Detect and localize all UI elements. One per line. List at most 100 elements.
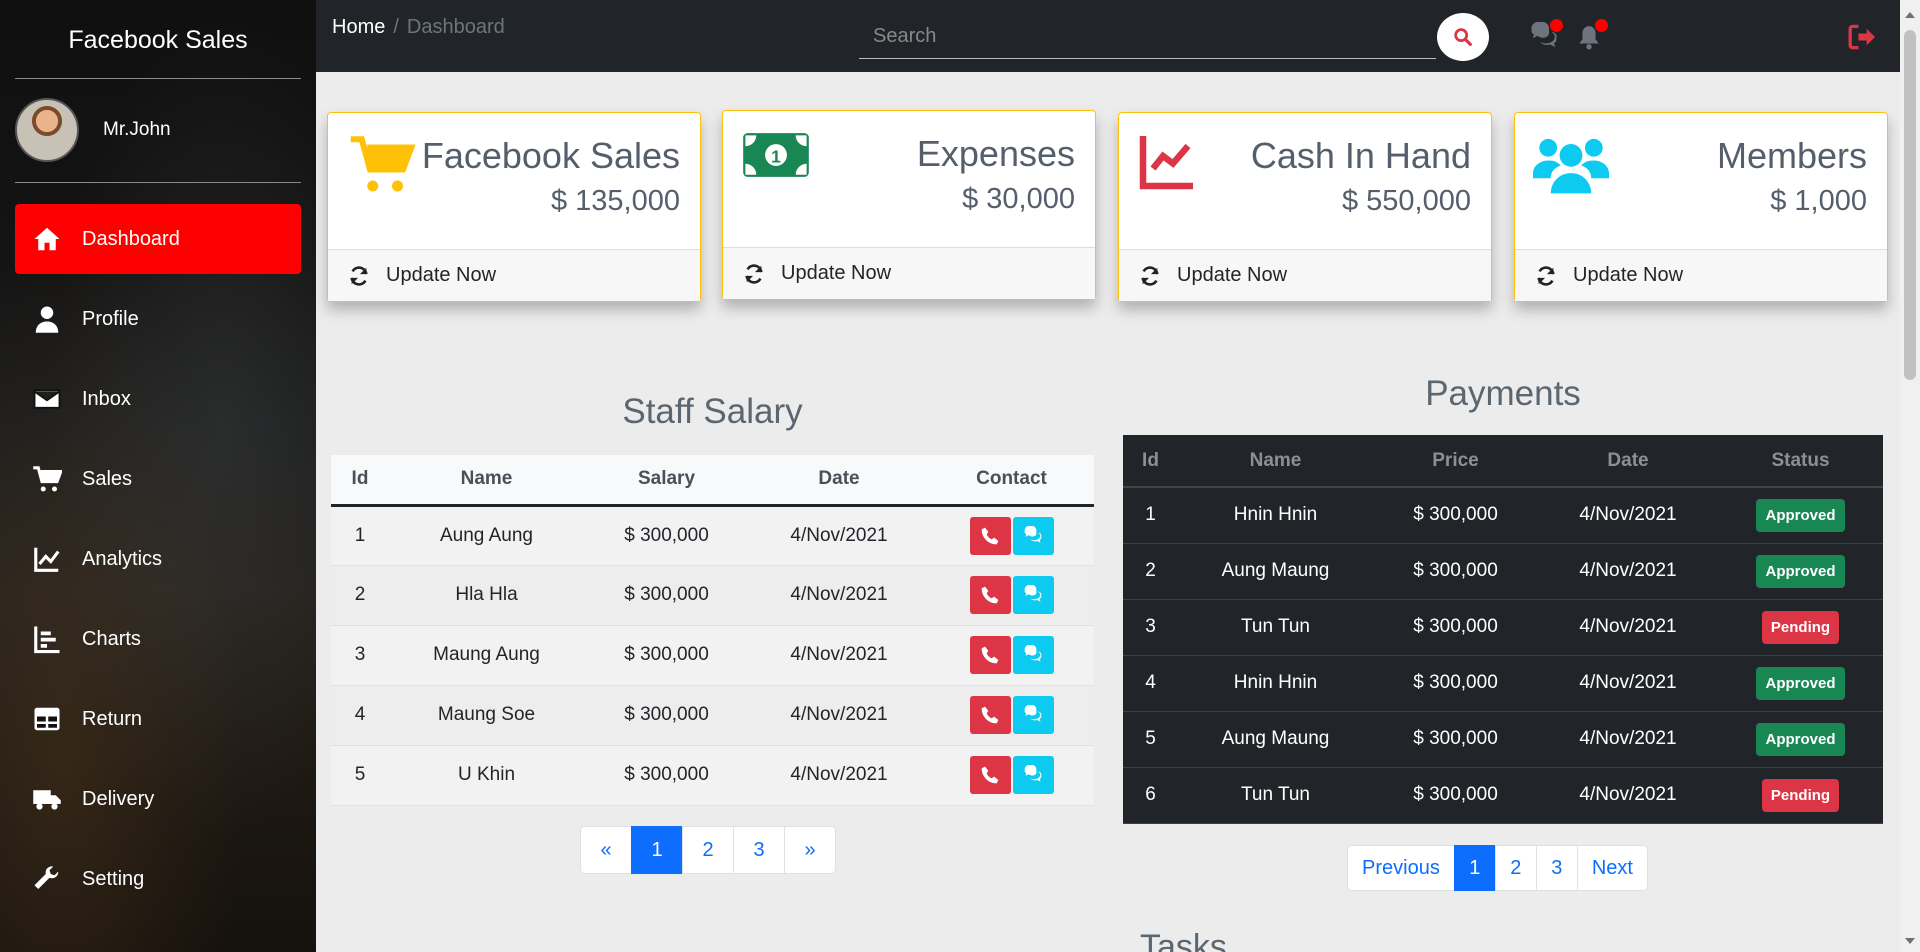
cell-contact (929, 505, 1094, 566)
cell-salary: $ 300,000 (584, 505, 749, 566)
messages-button[interactable] (1528, 19, 1563, 52)
stat-card-cash-in-hand: Cash In Hand $ 550,000 Update Now (1118, 112, 1492, 302)
table-header-row: Id Name Salary Date Contact (331, 455, 1094, 507)
sidebar-item-label: Delivery (82, 787, 155, 810)
breadcrumb-current: Dashboard (406, 16, 505, 38)
cell-status: Approved (1718, 487, 1883, 544)
cell-salary: $ 300,000 (584, 625, 749, 686)
message-button[interactable] (1012, 516, 1054, 555)
notifications-button[interactable] (1576, 19, 1608, 52)
sidebar-item-dashboard[interactable]: Dashboard (15, 204, 301, 274)
cell-id: 4 (331, 685, 389, 746)
cell-name: Hnin Hnin (1178, 655, 1373, 712)
cart-icon (350, 136, 416, 192)
cell-id: 6 (1123, 767, 1178, 824)
sidebar-item-inbox[interactable]: Inbox (15, 364, 301, 434)
table-row: 3 Maung Aung $ 300,000 4/Nov/2021 (331, 625, 1094, 686)
sidebar-item-analytics[interactable]: Analytics (15, 524, 301, 594)
message-button[interactable] (1012, 756, 1054, 794)
page-2[interactable]: 2 (682, 826, 734, 874)
stat-card-value: $ 550,000 (1341, 185, 1471, 217)
page-next[interactable]: » (784, 826, 836, 874)
cell-contact (929, 625, 1094, 686)
cell-salary: $ 300,000 (584, 745, 749, 806)
cell-status: Pending (1718, 767, 1883, 824)
cell-date: 4/Nov/2021 (749, 745, 929, 806)
table-row: 1 Aung Aung $ 300,000 4/Nov/2021 (331, 505, 1094, 566)
breadcrumb: Home / Dashboard (332, 16, 505, 39)
notifications-dot (1595, 19, 1608, 32)
stat-card-title: Expenses (916, 133, 1075, 174)
sidebar-item-setting[interactable]: Setting (15, 844, 301, 914)
call-button[interactable] (969, 756, 1011, 794)
cell-salary: $ 300,000 (584, 565, 749, 626)
table-row: 2 Aung Maung $ 300,000 4/Nov/2021 Approv… (1123, 543, 1883, 600)
update-now-button[interactable]: Update Now (1515, 249, 1887, 301)
cell-date: 4/Nov/2021 (1538, 711, 1718, 768)
message-button[interactable] (1012, 636, 1054, 674)
call-button[interactable] (969, 516, 1011, 555)
staff-pagination: « 1 2 3 » (580, 826, 836, 874)
call-button[interactable] (969, 636, 1011, 674)
stat-card-members: Members $ 1,000 Update Now (1514, 112, 1888, 302)
cell-contact (929, 565, 1094, 626)
sidebar-item-return[interactable]: Return (15, 684, 301, 754)
breadcrumb-home-link[interactable]: Home (332, 16, 385, 38)
stat-card-title: Cash In Hand (1250, 135, 1471, 176)
sidebar-item-delivery[interactable]: Delivery (15, 764, 301, 834)
logout-button[interactable] (1847, 24, 1877, 50)
sidebar-divider (15, 182, 301, 183)
search-input[interactable] (859, 15, 1436, 59)
page-2[interactable]: 2 (1494, 845, 1537, 891)
scrollbar-thumb[interactable] (1904, 30, 1916, 380)
page-previous[interactable]: Previous (1347, 845, 1455, 891)
update-now-button[interactable]: Update Now (723, 247, 1095, 299)
page-3[interactable]: 3 (733, 826, 785, 874)
cell-date: 4/Nov/2021 (749, 685, 929, 746)
scroll-up-arrow[interactable] (1905, 12, 1915, 18)
comments-icon (1024, 645, 1041, 662)
cell-name: U Khin (389, 745, 584, 806)
column-header: Status (1718, 435, 1883, 488)
status-badge: Approved (1756, 498, 1845, 532)
sidebar-item-sales[interactable]: Sales (15, 444, 301, 514)
sidebar-nav: Dashboard Profile Inbox Sales Analytics … (15, 204, 301, 924)
page-prev[interactable]: « (580, 826, 632, 874)
cart-icon (33, 466, 62, 492)
column-header: Date (1538, 435, 1718, 488)
status-badge: Pending (1761, 778, 1840, 812)
comments-icon (1024, 585, 1041, 602)
table-row: 5 Aung Maung $ 300,000 4/Nov/2021 Approv… (1123, 711, 1883, 768)
page-next[interactable]: Next (1576, 845, 1648, 891)
column-header: Price (1373, 435, 1538, 488)
page-scrollbar[interactable] (1900, 0, 1920, 952)
search-button[interactable] (1437, 13, 1489, 61)
sidebar-item-profile[interactable]: Profile (15, 284, 301, 354)
user-profile[interactable]: Mr.John (15, 98, 171, 162)
cell-date: 4/Nov/2021 (1538, 487, 1718, 544)
column-header: Contact (929, 455, 1094, 507)
update-now-label: Update Now (781, 262, 892, 284)
cell-price: $ 300,000 (1373, 655, 1538, 712)
message-button[interactable] (1012, 696, 1054, 734)
update-now-label: Update Now (1177, 264, 1288, 286)
page-3[interactable]: 3 (1535, 845, 1578, 891)
cell-price: $ 300,000 (1373, 711, 1538, 768)
table-icon (34, 707, 60, 731)
cell-name: Tun Tun (1178, 599, 1373, 656)
page-1[interactable]: 1 (631, 826, 683, 874)
call-button[interactable] (969, 576, 1011, 614)
page-1[interactable]: 1 (1453, 845, 1496, 891)
update-now-button[interactable]: Update Now (328, 249, 700, 301)
cell-price: $ 300,000 (1373, 487, 1538, 544)
cell-id: 5 (331, 745, 389, 806)
sidebar-item-charts[interactable]: Charts (15, 604, 301, 674)
cell-price: $ 300,000 (1373, 767, 1538, 824)
phone-icon (981, 527, 998, 544)
sidebar-item-label: Sales (82, 467, 133, 490)
cell-id: 2 (1123, 543, 1178, 600)
scroll-down-arrow[interactable] (1905, 938, 1915, 944)
update-now-button[interactable]: Update Now (1119, 249, 1491, 301)
message-button[interactable] (1012, 576, 1054, 614)
call-button[interactable] (969, 696, 1011, 734)
